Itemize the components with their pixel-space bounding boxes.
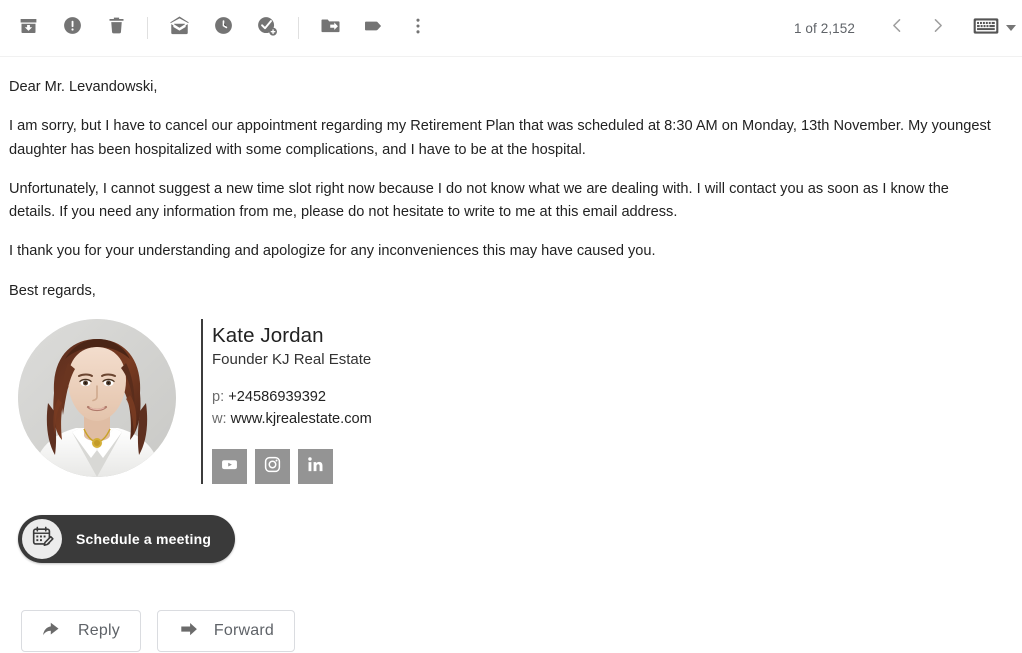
email-paragraph-1: I am sorry, but I have to cancel our app…	[9, 118, 991, 158]
reply-button[interactable]: Reply	[21, 610, 141, 653]
instagram-link[interactable]	[255, 449, 290, 485]
input-tools-button[interactable]	[973, 17, 1016, 40]
email-greeting: Dear Mr. Levandowski,	[9, 79, 158, 95]
add-to-tasks-button[interactable]	[245, 6, 289, 50]
youtube-icon	[220, 455, 239, 479]
delete-button[interactable]	[94, 6, 138, 50]
web-label: w:	[212, 410, 227, 427]
schedule-meeting-button[interactable]: Schedule a meeting	[18, 515, 236, 564]
reply-arrow-icon	[42, 618, 64, 645]
signature-role: Founder KJ Real Estate	[212, 351, 372, 369]
labels-icon	[363, 15, 385, 42]
snooze-icon	[213, 15, 234, 41]
signature-contact: p: +24586939392 w: www.kjrealestate.com	[212, 387, 372, 430]
message-counter: 1 of 2,152	[793, 20, 855, 36]
more-options-button[interactable]	[396, 6, 440, 50]
linkedin-link[interactable]	[298, 449, 333, 485]
more-options-icon	[408, 16, 428, 41]
report-spam-icon	[62, 15, 83, 41]
email-paragraph-2: Unfortunately, I cannot suggest a new ti…	[9, 180, 949, 221]
email-signature: Kate Jordan Founder KJ Real Estate p: +2…	[9, 319, 1002, 485]
chevron-right-icon	[928, 16, 947, 40]
linkedin-icon	[306, 455, 325, 479]
phone-value: +24586939392	[228, 389, 327, 406]
avatar	[18, 319, 176, 478]
delete-icon	[106, 15, 127, 41]
youtube-link[interactable]	[212, 449, 247, 485]
email-toolbar: 1 of 2,152	[0, 0, 1022, 57]
social-links	[212, 449, 372, 485]
previous-message-button[interactable]	[877, 8, 917, 48]
snooze-button[interactable]	[201, 6, 245, 50]
schedule-meeting-wrap: Schedule a meeting	[9, 515, 1002, 564]
message-actions: Reply Forward	[9, 610, 1002, 653]
toolbar-pagination-group: 1 of 2,152	[794, 0, 1016, 56]
forward-arrow-icon	[178, 618, 200, 645]
schedule-icon-badge	[22, 519, 62, 560]
signature-name: Kate Jordan	[212, 324, 324, 348]
add-to-tasks-icon	[256, 15, 278, 42]
reply-label: Reply	[78, 622, 120, 640]
move-to-button[interactable]	[308, 6, 352, 50]
web-value[interactable]: www.kjrealestate.com	[231, 411, 372, 427]
chevron-left-icon	[888, 16, 907, 40]
archive-icon	[18, 15, 39, 41]
signature-phone-row: p: +24586939392	[212, 387, 372, 409]
chevron-down-icon	[1006, 25, 1016, 31]
email-paragraph-3: I thank you for your understanding and a…	[9, 243, 656, 260]
toolbar-divider	[298, 17, 299, 39]
move-to-icon	[320, 15, 341, 41]
calendar-edit-icon	[31, 525, 54, 553]
email-closing: Best regards,	[9, 282, 96, 299]
signature-web-row: w: www.kjrealestate.com	[212, 409, 372, 431]
forward-button[interactable]: Forward	[156, 610, 295, 653]
instagram-icon	[263, 455, 282, 479]
toolbar-actions-group	[0, 6, 440, 50]
mark-unread-icon	[168, 14, 191, 42]
signature-details: Kate Jordan Founder KJ Real Estate p: +2…	[203, 319, 372, 485]
mark-unread-button[interactable]	[157, 6, 201, 50]
archive-button[interactable]	[6, 6, 50, 50]
next-message-button[interactable]	[917, 8, 957, 48]
forward-label: Forward	[213, 622, 274, 640]
labels-button[interactable]	[352, 6, 396, 50]
keyboard-icon	[973, 17, 999, 40]
report-spam-button[interactable]	[50, 6, 94, 50]
toolbar-divider	[147, 17, 148, 39]
email-body: Dear Mr. Levandowski, I am sorry, but I …	[0, 57, 1022, 653]
schedule-meeting-label: Schedule a meeting	[76, 531, 212, 548]
phone-label: p:	[212, 389, 225, 406]
